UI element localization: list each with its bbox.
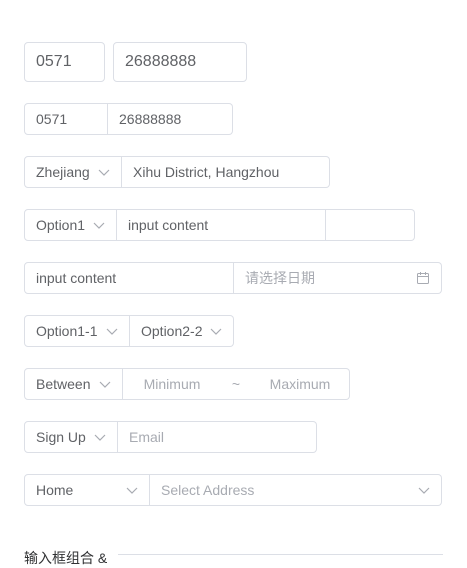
location-group: Home Select Address — [24, 474, 442, 506]
chevron-down-icon — [106, 328, 118, 335]
signup-select[interactable]: Sign Up — [24, 421, 118, 453]
phone-number-input-small[interactable]: 26888888 — [108, 103, 233, 135]
first-level-value: Option1-1 — [36, 323, 98, 339]
address-select[interactable]: Select Address — [150, 474, 442, 506]
area-code-input-small[interactable]: 0571 — [24, 103, 108, 135]
range-mode-value: Between — [36, 376, 91, 392]
email-input[interactable]: Email — [118, 421, 317, 453]
minimum-input[interactable]: Minimum — [123, 376, 221, 392]
range-separator: ~ — [231, 376, 241, 392]
content-input[interactable]: input content — [117, 209, 326, 241]
address-select-placeholder: Select Address — [161, 482, 255, 498]
second-level-select[interactable]: Option2-2 — [130, 315, 234, 347]
content-input-2[interactable]: input content — [24, 262, 234, 294]
calendar-icon — [417, 272, 429, 284]
chevron-down-icon — [98, 169, 110, 176]
chevron-down-icon — [210, 328, 222, 335]
date-picker[interactable]: 请选择日期 — [234, 262, 442, 294]
chevron-down-icon — [126, 487, 138, 494]
location-type-select[interactable]: Home — [24, 474, 150, 506]
address-group: Zhejiang Xihu District, Hangzhou — [24, 156, 330, 188]
chevron-down-icon — [418, 487, 430, 494]
section-heading: 输入框组合 & — [24, 550, 108, 566]
date-picker-placeholder: 请选择日期 — [245, 270, 315, 286]
cascade-select-group: Option1-1 Option2-2 — [24, 315, 234, 347]
second-level-value: Option2-2 — [141, 323, 203, 339]
phone-group-large: 0571 26888888 — [24, 42, 247, 82]
chevron-down-icon — [99, 381, 111, 388]
area-code-input-large[interactable]: 0571 — [24, 42, 105, 82]
signup-select-value: Sign Up — [36, 429, 86, 445]
first-level-select[interactable]: Option1-1 — [24, 315, 130, 347]
range-mode-select[interactable]: Between — [24, 368, 123, 400]
maximum-input[interactable]: Maximum — [251, 376, 349, 392]
option-input-group: Option1 input content — [24, 209, 415, 241]
range-group: Between Minimum ~ Maximum — [24, 368, 350, 400]
province-select[interactable]: Zhejiang — [24, 156, 122, 188]
divider — [118, 554, 443, 555]
extra-input[interactable] — [326, 209, 415, 241]
signup-group: Sign Up Email — [24, 421, 317, 453]
range-inputs: Minimum ~ Maximum — [123, 368, 350, 400]
email-placeholder: Email — [129, 429, 165, 445]
phone-number-input-large[interactable]: 26888888 — [113, 42, 247, 82]
option-select[interactable]: Option1 — [24, 209, 117, 241]
chevron-down-icon — [93, 222, 105, 229]
location-type-value: Home — [36, 482, 74, 498]
province-select-value: Zhejiang — [36, 164, 90, 180]
date-input-group: input content 请选择日期 — [24, 262, 442, 294]
option-select-value: Option1 — [36, 217, 86, 233]
chevron-down-icon — [94, 434, 106, 441]
phone-group-small: 0571 26888888 — [24, 103, 233, 135]
address-detail-input[interactable]: Xihu District, Hangzhou — [122, 156, 330, 188]
